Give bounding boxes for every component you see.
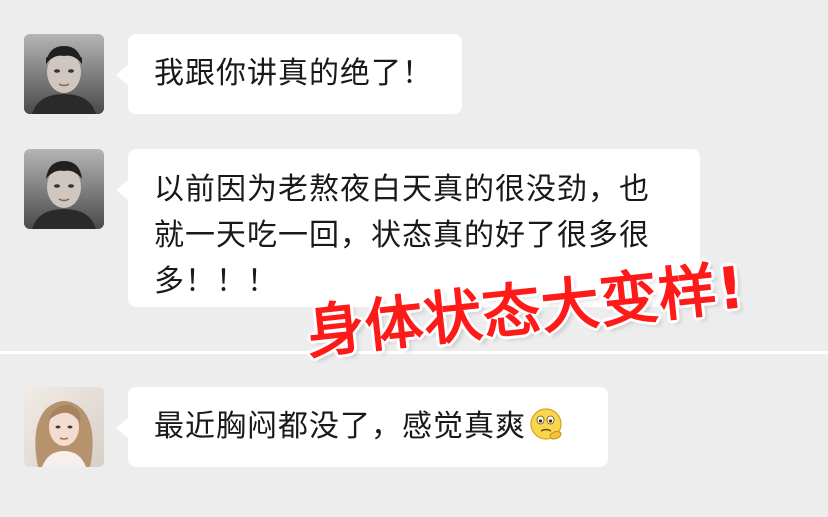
avatar-male[interactable] — [24, 149, 104, 229]
message-text-line: 我跟你讲真的绝了！ — [154, 56, 433, 91]
avatar-female[interactable] — [24, 387, 104, 467]
avatar-male[interactable] — [24, 34, 104, 114]
message-bubble-3[interactable]: 最近胸闷都没了，感觉真爽 — [116, 387, 608, 467]
message-text-line: 以前因为老熬夜白天真的很没劲，也 — [154, 172, 650, 207]
message-bubble-1[interactable]: 我跟你讲真的绝了！ — [116, 34, 462, 114]
message-text-line: 就一天吃一回，状态真的好了很多很 — [154, 218, 650, 253]
male-avatar-icon — [24, 34, 104, 114]
message-text-line: 最近胸闷都没了，感觉真爽 — [154, 409, 526, 444]
female-avatar-icon — [24, 387, 104, 467]
male-avatar-icon — [24, 149, 104, 229]
thinking-face-icon — [528, 406, 564, 442]
